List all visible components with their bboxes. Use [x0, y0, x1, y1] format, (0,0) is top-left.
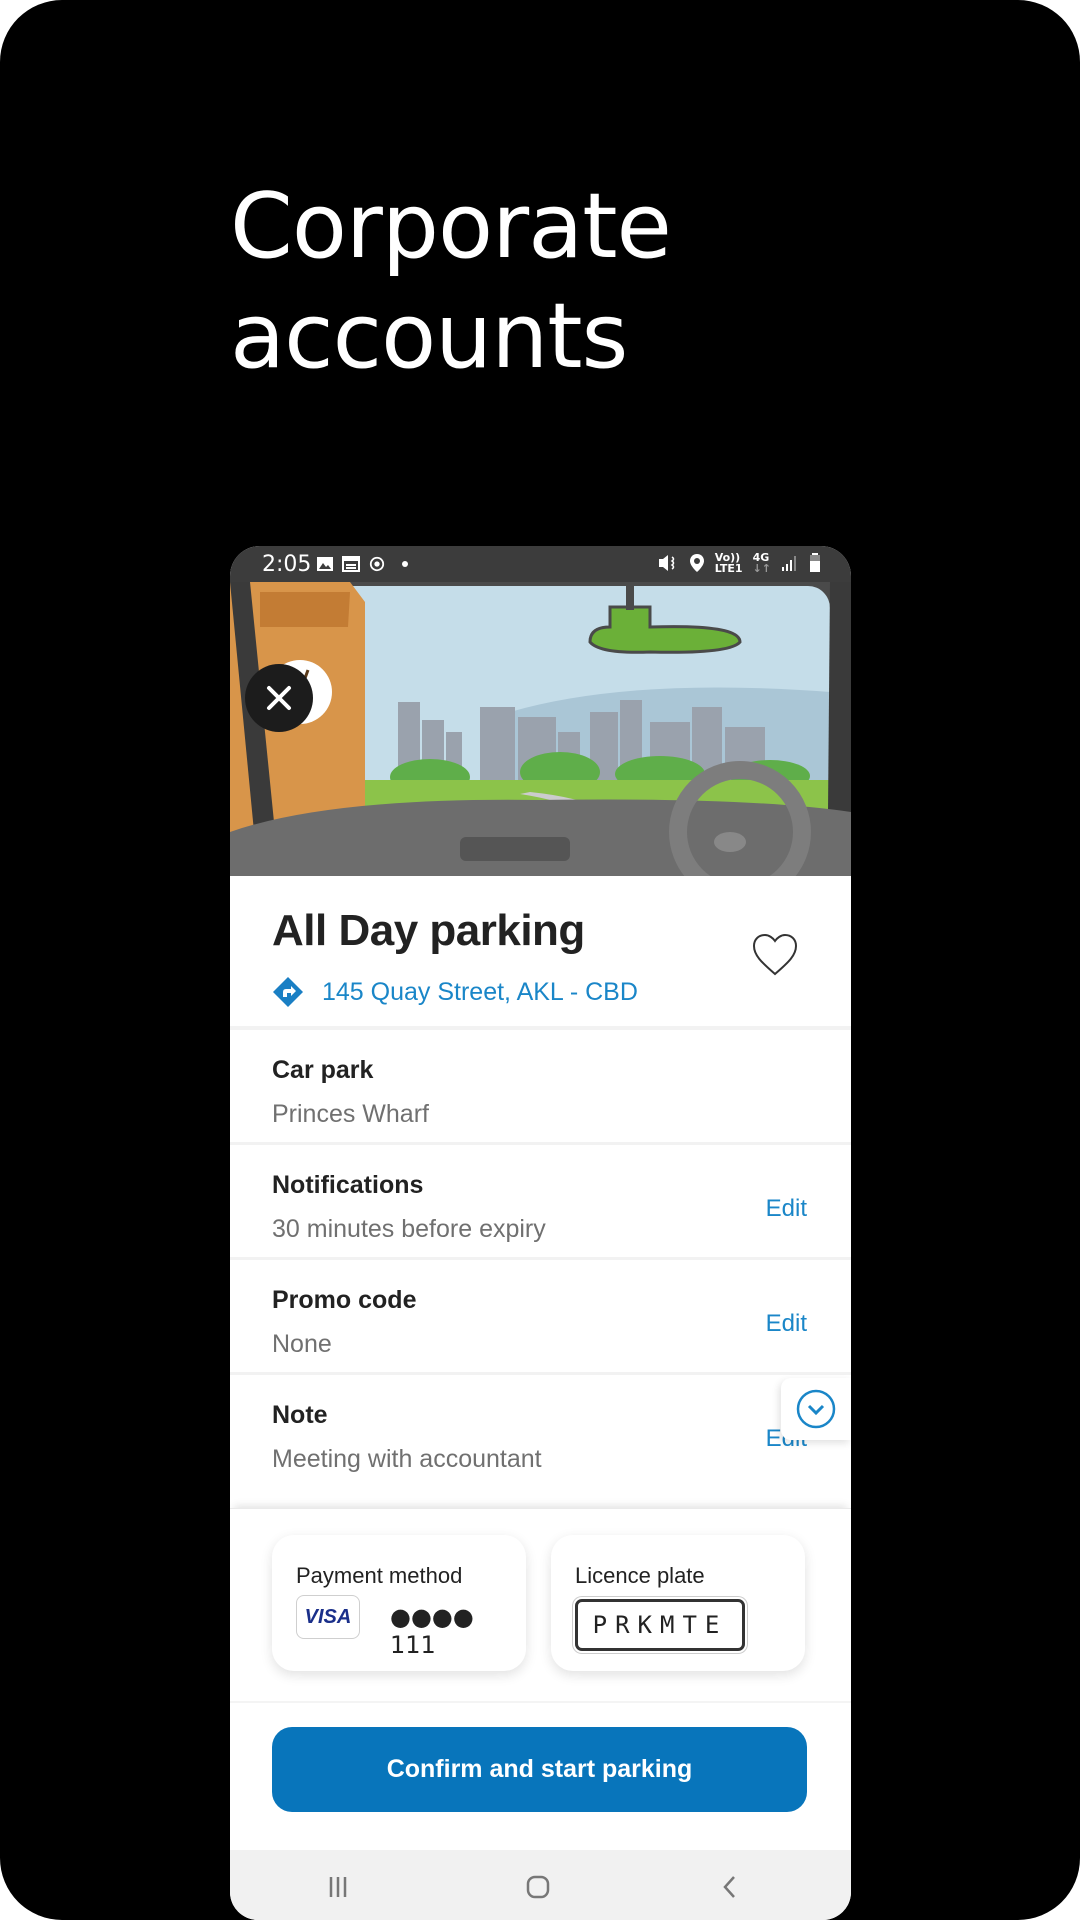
- detail-row-promo-code: Promo code None Edit: [230, 1260, 851, 1375]
- calendar-icon: [342, 556, 360, 572]
- divider: [230, 1701, 851, 1703]
- favorite-heart-icon[interactable]: [751, 932, 799, 978]
- car-interior-illustration: [230, 582, 851, 876]
- 4g-icon: 4G ↓↑: [752, 551, 771, 575]
- visa-icon: VISA: [296, 1595, 360, 1639]
- page-title: All Day parking: [272, 906, 585, 955]
- back-button[interactable]: [710, 1872, 750, 1902]
- close-icon: [267, 686, 291, 710]
- home-icon: [526, 1875, 550, 1899]
- detail-row-note: Note Meeting with accountant Edit: [230, 1375, 851, 1487]
- headline-line-1: Corporate: [230, 174, 672, 279]
- detail-row-car-park: Car park Princes Wharf: [230, 1030, 851, 1145]
- directions-icon: [273, 977, 303, 1007]
- phone-screen: 2:05 Vo)) LTE1 4G ↓↑ All Day parking 145…: [230, 546, 851, 1920]
- signal-icon: [782, 556, 796, 571]
- licence-plate: PRKMTE: [575, 1599, 745, 1651]
- status-bar: 2:05 Vo)) LTE1 4G ↓↑: [230, 546, 851, 586]
- status-time: 2:05: [262, 552, 312, 577]
- recents-button[interactable]: [318, 1872, 358, 1902]
- address-link[interactable]: 145 Quay Street, AKL - CBD: [272, 976, 638, 1008]
- headline-line-2: accounts: [230, 284, 628, 389]
- mute-vibrate-icon: [658, 555, 674, 571]
- address-text: 145 Quay Street, AKL - CBD: [322, 977, 638, 1006]
- parking-header: All Day parking 145 Quay Street, AKL - C…: [230, 876, 851, 1030]
- location-icon: [689, 554, 704, 572]
- gallery-icon: [317, 557, 333, 571]
- confirm-start-parking-button[interactable]: Confirm and start parking: [272, 1727, 807, 1812]
- edit-promo-code-button[interactable]: Edit: [766, 1310, 807, 1338]
- edit-notifications-button[interactable]: Edit: [766, 1195, 807, 1223]
- card-number: ●●●● 111: [390, 1603, 474, 1659]
- licence-plate-card[interactable]: Licence plate PRKMTE: [551, 1535, 805, 1671]
- system-nav-bar: [230, 1850, 851, 1920]
- hero-illustration: [230, 582, 851, 876]
- back-icon: [723, 1876, 735, 1898]
- scroll-down-button[interactable]: [781, 1378, 851, 1440]
- sync-icon: [369, 556, 385, 572]
- payment-method-label: Payment method: [296, 1563, 463, 1588]
- volte-icon: Vo)) LTE1: [714, 551, 743, 575]
- licence-plate-label: Licence plate: [575, 1563, 705, 1588]
- notification-dot-icon: [402, 561, 408, 567]
- chevron-down-circle-icon: [796, 1389, 836, 1429]
- detail-row-notifications: Notifications 30 minutes before expiry E…: [230, 1145, 851, 1260]
- close-button[interactable]: [245, 664, 313, 732]
- recents-icon: [329, 1877, 347, 1897]
- bottom-panel: Payment method VISA ●●●● 111 Licence pla…: [230, 1508, 851, 1851]
- battery-icon: [810, 553, 820, 572]
- home-button[interactable]: [518, 1872, 558, 1902]
- promo-frame: Corporate accounts 2:05 Vo)) LTE1 4G ↓↑ …: [0, 0, 1080, 1920]
- payment-method-card[interactable]: Payment method VISA ●●●● 111: [272, 1535, 526, 1671]
- headline: Corporate accounts: [230, 172, 672, 392]
